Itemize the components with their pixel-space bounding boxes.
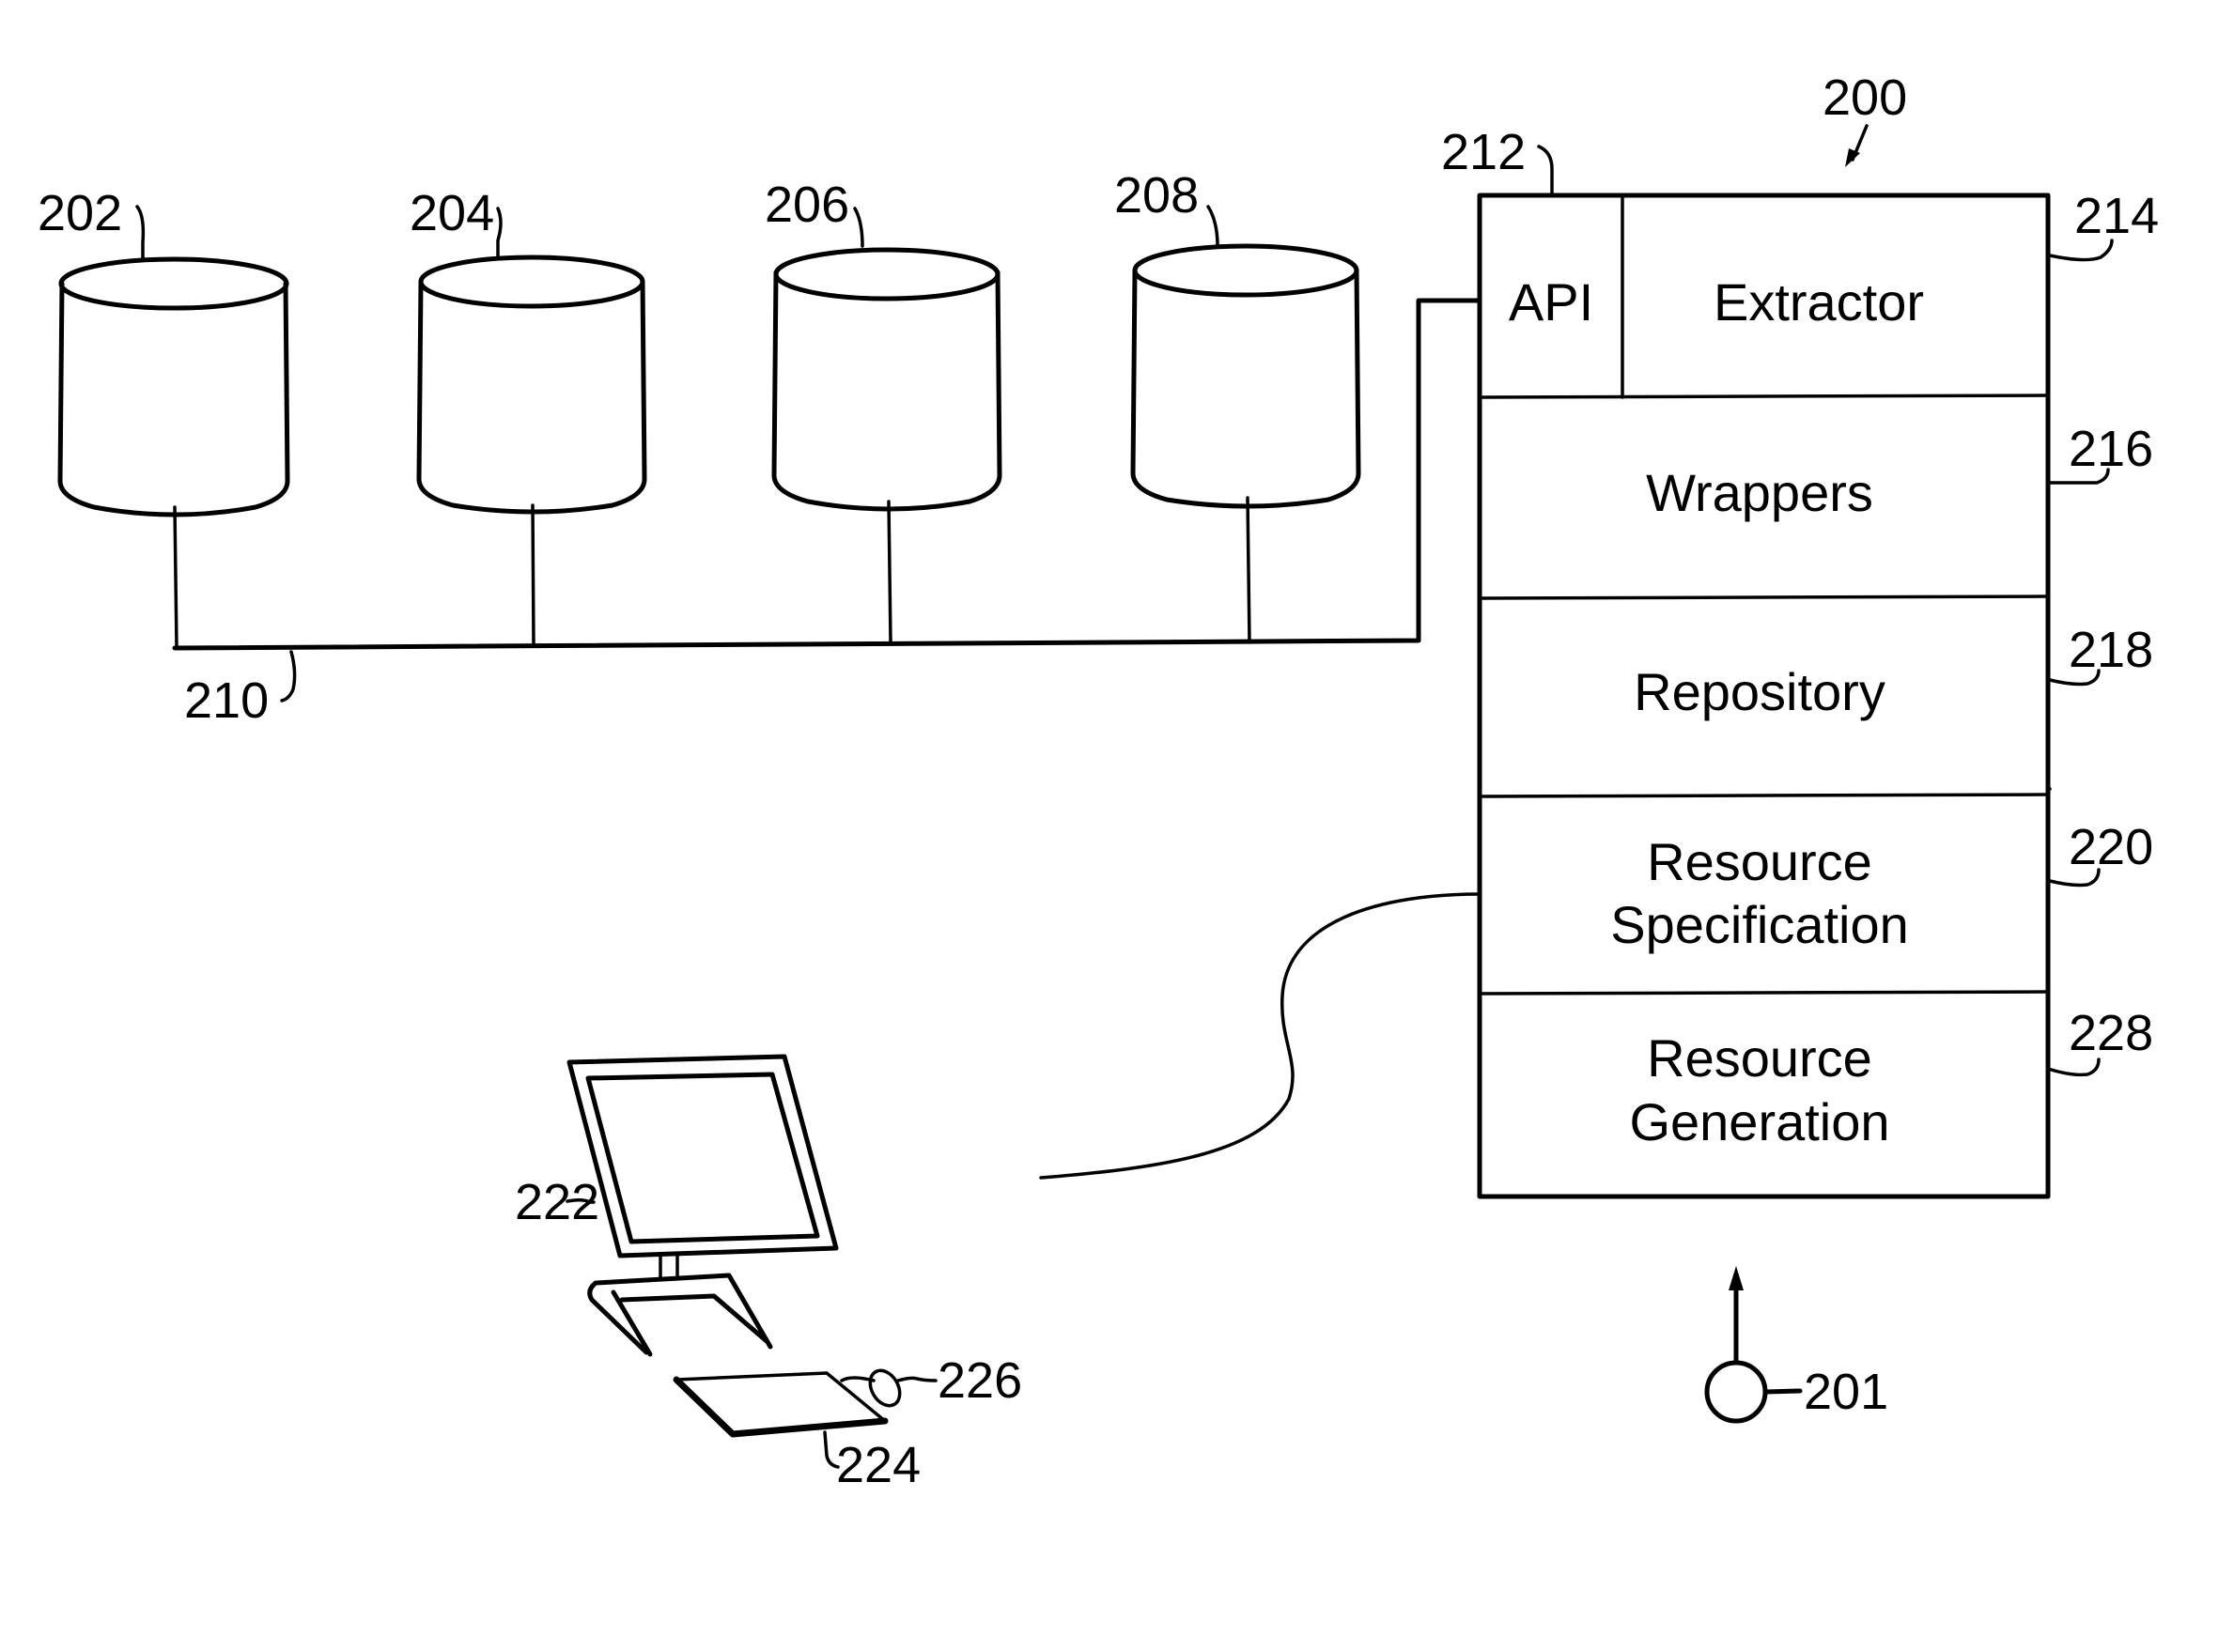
svg-text:214: 214 xyxy=(2074,188,2159,244)
resource-generation-label-line2: Generation xyxy=(1629,1092,1889,1151)
monitor-cable xyxy=(1039,892,1482,1180)
svg-text:201: 201 xyxy=(1804,1364,1888,1420)
database-206 xyxy=(771,247,1002,644)
ref-202: 202 xyxy=(38,185,146,261)
ref-204: 204 xyxy=(410,185,503,259)
svg-text:220: 220 xyxy=(2069,819,2153,875)
svg-text:206: 206 xyxy=(765,177,849,233)
ref-212: 212 xyxy=(1441,124,1554,195)
ref-208: 208 xyxy=(1114,167,1219,248)
svg-text:226: 226 xyxy=(938,1352,1022,1409)
ref-218: 218 xyxy=(2048,622,2153,687)
ref-214: 214 xyxy=(2048,188,2159,262)
ref-206: 206 xyxy=(765,177,864,248)
svg-text:212: 212 xyxy=(1441,124,1526,180)
database-202 xyxy=(57,256,290,650)
ref-226: 226 xyxy=(938,1352,1022,1409)
database-204 xyxy=(416,255,647,646)
ref-220: 220 xyxy=(2048,787,2153,888)
wrappers-label: Wrappers xyxy=(1646,463,1873,522)
database-208 xyxy=(1130,243,1361,644)
ref-228: 228 xyxy=(2046,1005,2153,1077)
api-label: API xyxy=(1509,272,1593,332)
svg-text:202: 202 xyxy=(38,185,122,241)
mouse-226 xyxy=(840,1368,938,1408)
resource-specification-label-line1: Resource xyxy=(1647,832,1872,891)
svg-text:210: 210 xyxy=(184,672,269,729)
extractor-label: Extractor xyxy=(1714,272,1924,332)
bus-line xyxy=(172,298,1482,651)
resource-generation-label-line1: Resource xyxy=(1647,1028,1872,1088)
svg-text:216: 216 xyxy=(2069,421,2153,477)
user-node-201 xyxy=(1704,1266,1803,1424)
repository-label: Repository xyxy=(1634,662,1885,721)
ref-200: 200 xyxy=(1823,69,1907,167)
svg-text:218: 218 xyxy=(2069,622,2153,678)
svg-text:200: 200 xyxy=(1823,69,1907,126)
svg-text:224: 224 xyxy=(836,1437,921,1493)
ref-210: 210 xyxy=(184,650,297,729)
keyboard-224 xyxy=(673,1371,889,1438)
ref-201: 201 xyxy=(1804,1364,1888,1420)
monitor-222 xyxy=(566,1054,839,1357)
resource-specification-label-line2: Specification xyxy=(1610,895,1909,954)
ref-216: 216 xyxy=(2048,421,2153,485)
ref-224: 224 xyxy=(823,1430,921,1493)
system-diagram: 202 204 206 208 210 API Extractor Wrappe… xyxy=(38,69,2159,1493)
svg-text:204: 204 xyxy=(410,185,494,241)
ref-222: 222 xyxy=(515,1174,599,1230)
svg-text:228: 228 xyxy=(2069,1005,2153,1061)
svg-text:208: 208 xyxy=(1114,167,1199,224)
